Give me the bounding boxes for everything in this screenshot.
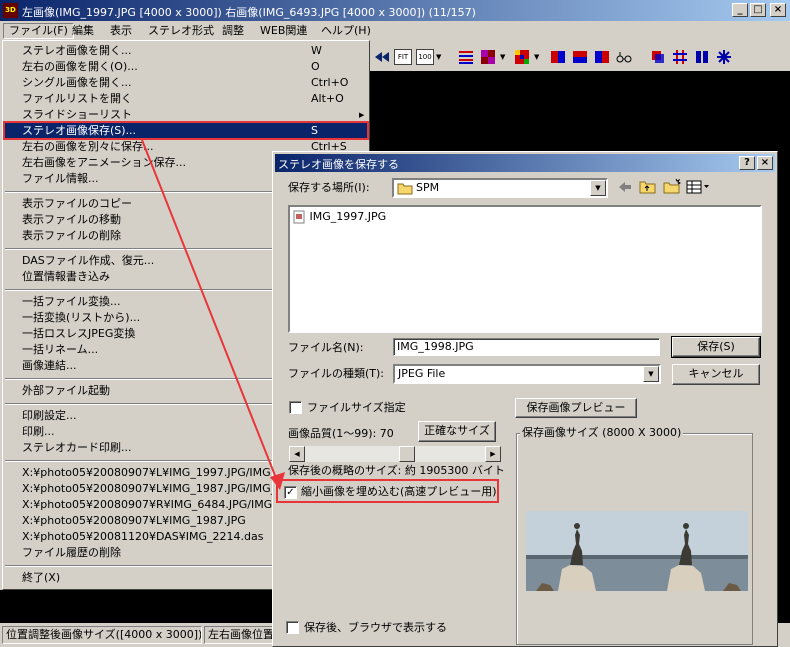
arrow-head-icon (270, 472, 285, 490)
annotation-arrow (141, 139, 285, 490)
